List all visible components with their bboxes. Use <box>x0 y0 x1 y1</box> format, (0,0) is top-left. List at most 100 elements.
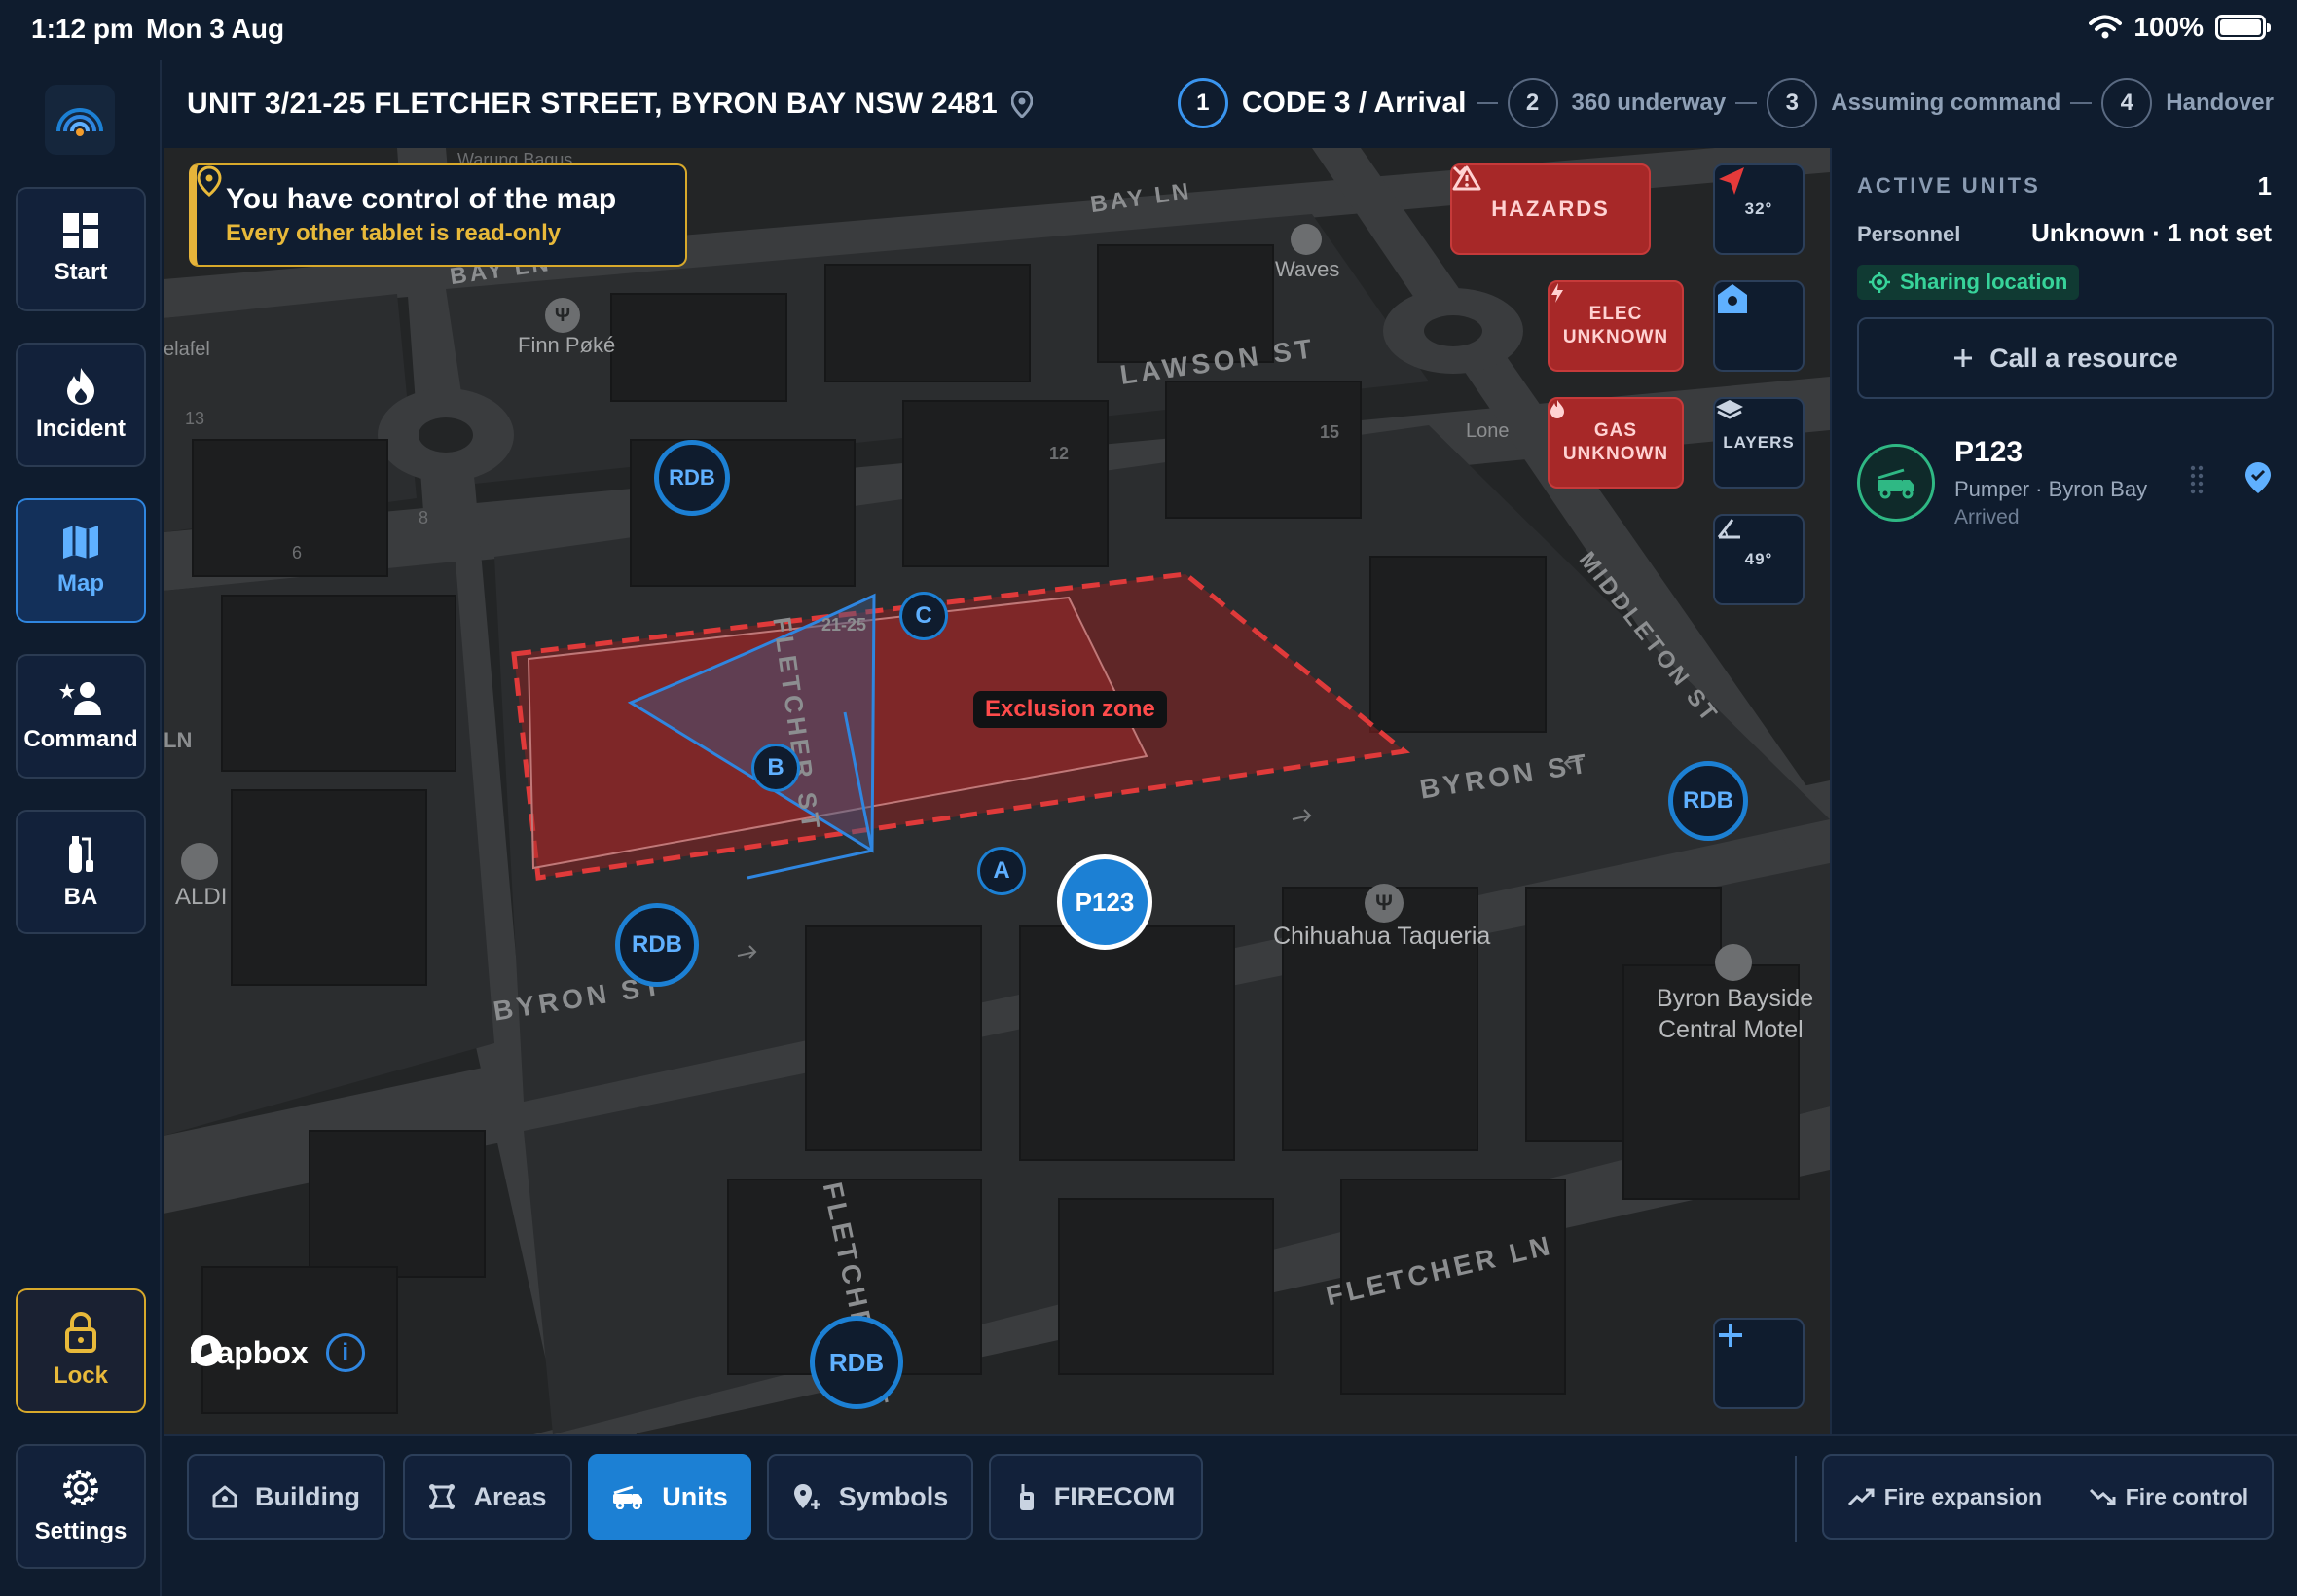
rail-map-button[interactable]: Map <box>16 498 146 623</box>
mapbox-logo[interactable]: mapbox <box>189 1335 309 1371</box>
unit-name: P123 <box>1954 436 2024 468</box>
app-root: 1:12 pm Mon 3 Aug 100% Start Incident Ma… <box>0 0 2297 1596</box>
gas-line1: GAS <box>1593 420 1638 441</box>
step-3[interactable]: 3 Assuming command <box>1767 78 2060 128</box>
building-number: 12 <box>1049 444 1070 463</box>
tab-units-label: Units <box>662 1481 728 1511</box>
tab-building-label: Building <box>255 1481 360 1511</box>
tab-units[interactable]: Units <box>588 1454 751 1540</box>
rdb-marker[interactable]: RDB <box>1668 761 1748 841</box>
step-2-number: 2 <box>1507 78 1558 128</box>
radio-icon <box>1019 1484 1034 1510</box>
wifi-icon <box>2089 15 2123 39</box>
rdb-marker[interactable]: RDB <box>654 440 730 516</box>
poi-elafel: elafel <box>164 339 210 360</box>
location-pin-icon <box>197 165 222 197</box>
step-2-label: 360 underway <box>1571 90 1727 116</box>
grid-icon <box>63 213 98 248</box>
plus-icon <box>1719 1324 1742 1347</box>
drag-handle-icon[interactable] <box>2190 465 2204 494</box>
info-icon[interactable]: i <box>325 1333 365 1372</box>
status-right: 100% <box>2089 12 2271 43</box>
step-3-number: 3 <box>1767 78 1818 128</box>
rail-incident-button[interactable]: Incident <box>16 343 146 467</box>
settings-button[interactable]: Settings <box>16 1444 146 1569</box>
status-time: 1:12 pm <box>31 14 134 44</box>
tab-areas[interactable]: Areas <box>403 1454 572 1540</box>
truck-icon <box>613 1485 643 1509</box>
fire-expansion-button[interactable]: Fire expansion <box>1847 1484 2042 1510</box>
add-map-item-button[interactable] <box>1713 1318 1805 1409</box>
unit-card-p123[interactable]: P123 Pumper · Byron Bay Arrived <box>1857 436 2274 543</box>
fire-control-button[interactable]: Fire control <box>2089 1483 2249 1510</box>
panel-heading: ACTIVE UNITS <box>1857 173 2041 198</box>
home-location-button[interactable] <box>1713 280 1805 372</box>
layers-button[interactable]: LAYERS <box>1713 397 1805 489</box>
lock-button[interactable]: Lock <box>16 1288 146 1413</box>
step-4[interactable]: 4 Handover <box>2101 78 2274 128</box>
toast-subtitle: Every other tablet is read-only <box>226 220 562 246</box>
elec-line1: ELEC <box>1588 304 1643 324</box>
side-marker-a[interactable]: A <box>977 847 1026 895</box>
rdb-marker[interactable]: RDB <box>810 1316 903 1409</box>
plus-icon <box>1954 349 1973 367</box>
map-icon <box>63 526 98 559</box>
unit-marker-p123[interactable]: P123 <box>1057 854 1152 950</box>
flame-icon <box>1550 400 1564 418</box>
trend-up-icon <box>1847 1488 1875 1506</box>
tab-firecom-label: FIRECOM <box>1053 1481 1176 1511</box>
building-number: 6 <box>292 543 303 562</box>
step-1-label: CODE 3 / Arrival <box>1241 87 1467 119</box>
restaurant-icon <box>1291 224 1322 255</box>
location-pin-icon[interactable] <box>2244 461 2272 494</box>
sharing-location-badge: Sharing location <box>1857 265 2080 300</box>
step-3-label: Assuming command <box>1831 90 2061 116</box>
shopping-cart-icon <box>181 843 218 880</box>
compass-button[interactable]: 32° <box>1713 163 1805 255</box>
exclusion-zone-label: Exclusion zone <box>973 691 1167 728</box>
call-resource-button[interactable]: Call a resource <box>1857 317 2274 399</box>
restaurant-icon: Ψ <box>1365 884 1404 923</box>
step-divider <box>1735 102 1758 104</box>
step-divider <box>1476 102 1498 104</box>
map-attribution: mapbox i <box>189 1333 365 1372</box>
building-number: 21-25 <box>821 615 867 635</box>
elec-hazard-tag[interactable]: ELEC UNKNOWN <box>1548 280 1684 372</box>
toast-text: You have control of the map Every other … <box>226 183 616 247</box>
angle-icon <box>1717 519 1740 539</box>
fire-control-label: Fire control <box>2125 1483 2249 1509</box>
side-marker-b[interactable]: B <box>751 744 800 792</box>
rdb-marker[interactable]: RDB <box>615 903 699 987</box>
rail-command-button[interactable]: Command <box>16 654 146 779</box>
pitch-button[interactable]: 49° <box>1713 514 1805 605</box>
air-cylinder-icon <box>69 836 93 873</box>
hazards-dropdown[interactable]: HAZARDS <box>1450 163 1651 255</box>
side-marker-c[interactable]: C <box>899 592 948 640</box>
gas-hazard-tag[interactable]: GAS UNKNOWN <box>1548 397 1684 489</box>
gear-icon <box>63 1470 98 1505</box>
layers-icon <box>1716 400 1743 419</box>
tab-symbols[interactable]: Symbols <box>767 1454 973 1540</box>
fire-expansion-label: Fire expansion <box>1883 1483 2043 1509</box>
building-number: 13 <box>185 409 205 428</box>
step-2[interactable]: 2 360 underway <box>1507 78 1727 128</box>
map-view[interactable]: BAY LN BAY LN LAWSON ST FLETCHER ST FLET… <box>164 148 1830 1434</box>
rail-start-button[interactable]: Start <box>16 187 146 311</box>
tab-building[interactable]: Building <box>187 1454 385 1540</box>
rail-incident-label: Incident <box>35 416 126 442</box>
map-control-toast: You have control of the map Every other … <box>189 163 687 267</box>
lock-icon <box>65 1312 96 1353</box>
step-1[interactable]: 1 CODE 3 / Arrival <box>1177 78 1467 128</box>
active-units-count: 1 <box>2257 171 2272 200</box>
house-icon <box>212 1485 237 1508</box>
elec-line2: UNKNOWN <box>1562 327 1669 347</box>
tab-areas-label: Areas <box>473 1481 547 1511</box>
location-target-icon <box>1869 272 1890 293</box>
app-logo <box>45 85 115 155</box>
rail-ba-button[interactable]: BA <box>16 810 146 934</box>
tab-firecom[interactable]: FIRECOM <box>989 1454 1203 1540</box>
restaurant-icon: Ψ <box>545 298 580 333</box>
building-number: 15 <box>1320 422 1340 442</box>
location-pin-icon[interactable] <box>1010 91 1033 118</box>
step-4-number: 4 <box>2101 78 2153 128</box>
